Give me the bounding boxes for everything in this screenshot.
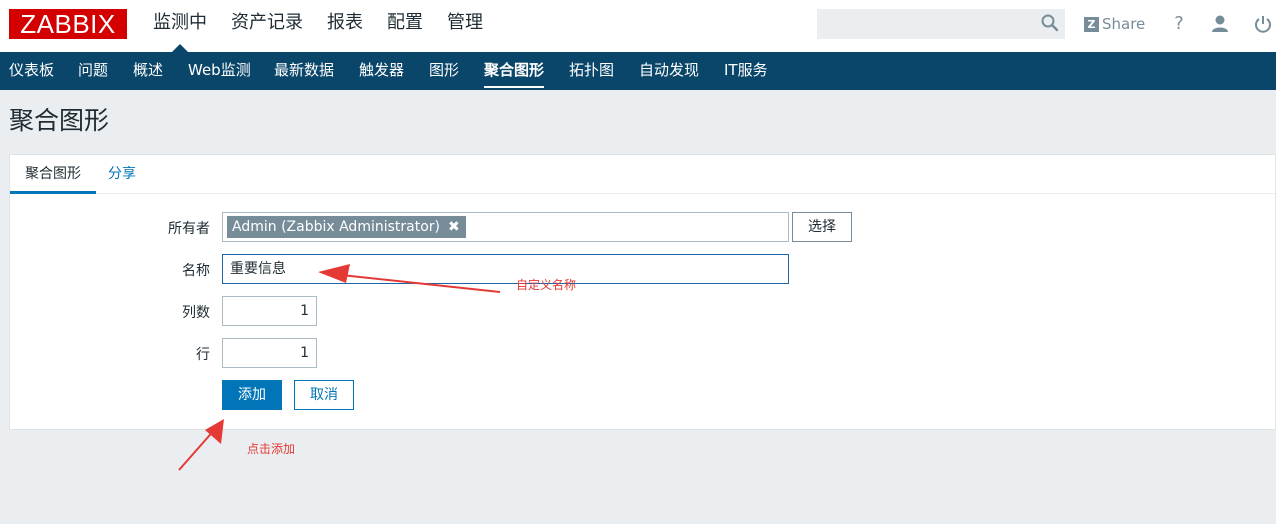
- share-label: Share: [1102, 15, 1146, 33]
- page-title: 聚合图形: [9, 106, 110, 135]
- subnav-problems[interactable]: 问题: [78, 52, 108, 90]
- subnav-it-services[interactable]: IT服务: [724, 52, 768, 90]
- menu-reports[interactable]: 报表: [319, 0, 371, 52]
- menu-monitoring[interactable]: 监测中: [145, 0, 215, 52]
- sign-out-icon[interactable]: [1252, 13, 1274, 35]
- subnav-latest-data[interactable]: 最新数据: [274, 52, 334, 90]
- columns-input[interactable]: 1: [222, 296, 317, 326]
- subnav-web[interactable]: Web监测: [188, 52, 251, 90]
- share-button[interactable]: Z Share: [1084, 14, 1145, 34]
- subnav-discovery[interactable]: 自动发现: [639, 52, 699, 90]
- help-icon[interactable]: ?: [1168, 13, 1190, 35]
- select-owner-button[interactable]: 选择: [792, 212, 852, 242]
- annotation-name-note: 自定义名称: [516, 278, 577, 292]
- rows-input[interactable]: 1: [222, 338, 317, 368]
- screen-form-panel: 聚合图形 分享 所有者 Admin (Zabbix Administrator)…: [9, 154, 1276, 430]
- subnav-screens[interactable]: 聚合图形: [484, 52, 544, 90]
- main-menu: 监测中 资产记录 报表 配置 管理: [145, 0, 499, 52]
- subnav-triggers[interactable]: 触发器: [359, 52, 404, 90]
- subnav-dashboard[interactable]: 仪表板: [9, 52, 54, 90]
- menu-inventory[interactable]: 资产记录: [223, 0, 311, 52]
- cancel-button[interactable]: 取消: [294, 380, 354, 410]
- search-input[interactable]: [817, 9, 1065, 39]
- menu-configuration[interactable]: 配置: [379, 0, 431, 52]
- owner-tag: Admin (Zabbix Administrator) ✖: [227, 216, 466, 238]
- subnav-graphs[interactable]: 图形: [429, 52, 459, 90]
- rows-label: 行: [196, 347, 210, 363]
- subnav-maps[interactable]: 拓扑图: [569, 52, 614, 90]
- name-input[interactable]: 重要信息: [222, 254, 789, 284]
- owner-multiselect[interactable]: Admin (Zabbix Administrator) ✖: [222, 212, 789, 242]
- subnav-overview[interactable]: 概述: [133, 52, 163, 90]
- top-header: ZABBIX 监测中 资产记录 报表 配置 管理 Z Share ?: [0, 0, 1276, 52]
- sub-navigation: 仪表板 问题 概述 Web监测 最新数据 触发器 图形 聚合图形 拓扑图 自动发…: [0, 52, 1276, 90]
- owner-label: 所有者: [168, 221, 210, 237]
- owner-tag-label: Admin (Zabbix Administrator): [232, 219, 440, 235]
- tab-screen[interactable]: 聚合图形: [10, 155, 96, 194]
- add-button[interactable]: 添加: [222, 380, 282, 410]
- form-tabs: 聚合图形 分享: [10, 155, 1275, 194]
- name-label: 名称: [182, 263, 210, 279]
- annotation-add-note: 点击添加: [247, 442, 296, 456]
- menu-administration[interactable]: 管理: [439, 0, 491, 52]
- tab-sharing[interactable]: 分享: [108, 155, 136, 194]
- remove-tag-icon[interactable]: ✖: [448, 216, 460, 238]
- columns-label: 列数: [182, 305, 210, 321]
- search-icon[interactable]: [1040, 13, 1060, 33]
- user-profile-icon[interactable]: [1209, 13, 1231, 35]
- zabbix-share-icon: Z: [1084, 16, 1099, 32]
- zabbix-logo[interactable]: ZABBIX: [9, 9, 127, 39]
- subnav-selected-indicator: [484, 86, 544, 88]
